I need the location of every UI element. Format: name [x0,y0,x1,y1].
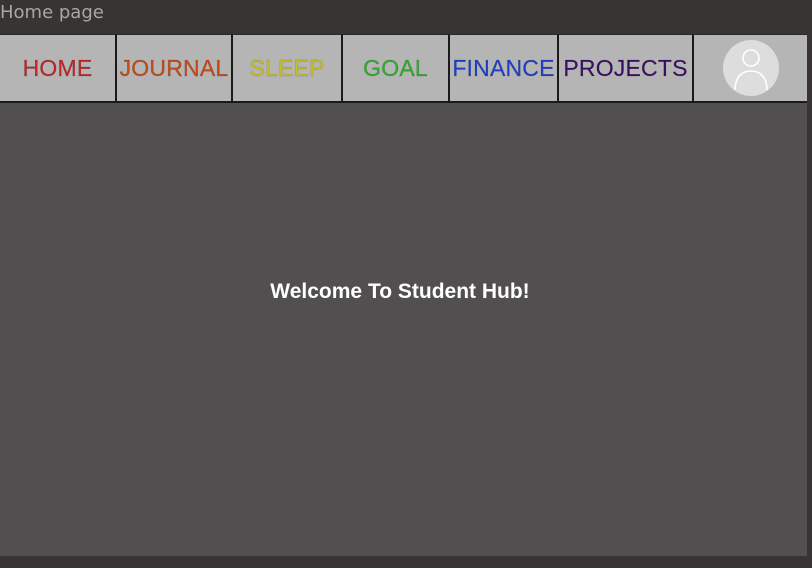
welcome-message: Welcome To Student Hub! [270,280,530,303]
user-avatar-icon[interactable] [722,40,779,96]
nav-journal-label: JOURNAL [119,54,229,81]
top-navigation: HOME JOURNAL SLEEP GOAL FINANCE PROJECTS [0,34,807,103]
nav-home-label: HOME [22,54,93,81]
nav-goal[interactable]: GOAL [341,34,448,101]
page-title: Home page [0,2,104,23]
nav-sleep-label: SLEEP [249,54,325,81]
app-frame: HOME JOURNAL SLEEP GOAL FINANCE PROJECTS… [0,34,807,556]
nav-goal-label: GOAL [363,54,428,81]
user-silhouette [733,49,768,91]
nav-projects[interactable]: PROJECTS [557,34,692,101]
nav-finance-label: FINANCE [452,54,555,81]
nav-sleep[interactable]: SLEEP [231,34,341,101]
nav-home[interactable]: HOME [0,34,115,101]
nav-journal[interactable]: JOURNAL [115,34,231,101]
profile-cell [692,34,807,101]
nav-projects-label: PROJECTS [563,54,688,81]
window-edge [807,34,812,568]
nav-finance[interactable]: FINANCE [448,34,557,101]
